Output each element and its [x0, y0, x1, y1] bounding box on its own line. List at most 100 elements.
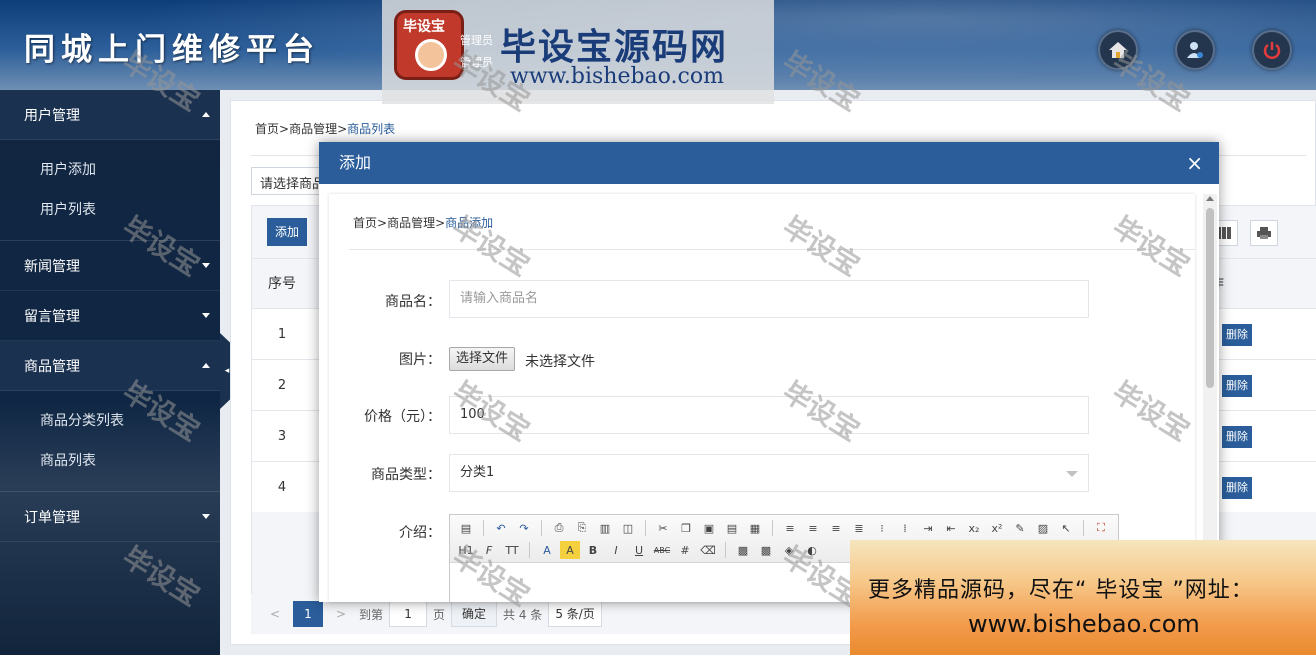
paste-word-icon[interactable]: ▦ [745, 519, 765, 537]
strikethrough-icon[interactable]: ABC [652, 541, 672, 559]
sidebar-group-messages[interactable]: 留言管理 [0, 291, 220, 341]
add-button[interactable]: 添加 [267, 218, 308, 246]
clear-format-icon[interactable]: ✎ [1010, 519, 1030, 537]
delete-button[interactable]: 删除 [1222, 477, 1252, 499]
sidebar-group-products[interactable]: 商品管理 [0, 341, 220, 391]
bold-icon[interactable]: B [583, 541, 603, 559]
price-label: 价格（元）： [364, 409, 441, 425]
logout-button[interactable] [1252, 30, 1292, 70]
align-justify-icon[interactable]: ≣ [849, 519, 869, 537]
sidebar: 用户管理 用户添加 用户列表 新闻管理 留言管理 商品管理 商品分类列表 商品列… [0, 90, 220, 655]
scrollbar-thumb[interactable] [1206, 208, 1214, 388]
cut-icon[interactable]: ✂ [653, 519, 673, 537]
select-all-icon[interactable]: ▨ [1033, 519, 1053, 537]
paste-icon[interactable]: ▣ [699, 519, 719, 537]
line-height-icon[interactable]: # [675, 541, 695, 559]
promo-banner: 更多精品源码，尽在“ 毕设宝 ”网址： www.bishebao.com [850, 540, 1316, 655]
italic-icon[interactable]: I [606, 541, 626, 559]
delete-button[interactable]: 删除 [1222, 375, 1252, 397]
highlight-icon[interactable]: A [560, 541, 580, 559]
flash-icon[interactable]: ◈ [779, 541, 799, 559]
undo-icon[interactable]: ↶ [491, 519, 511, 537]
admin-label: 管理员 管理员 [460, 34, 493, 69]
media-icon[interactable]: ◐ [802, 541, 822, 559]
superscript-icon[interactable]: x² [987, 519, 1007, 537]
font-size-icon[interactable]: TT [502, 541, 522, 559]
caret-down-icon [202, 313, 210, 318]
ordered-list-icon[interactable]: ⁝ [872, 519, 892, 537]
total-count: 共 4 条 [503, 607, 543, 622]
preview-icon[interactable]: ⎙ [549, 519, 569, 537]
product-name-label: 商品名： [385, 294, 441, 310]
copy-icon[interactable]: ❐ [676, 519, 696, 537]
choose-file-button[interactable]: 选择文件 [449, 347, 516, 371]
redo-icon[interactable]: ↷ [514, 519, 534, 537]
subscript-icon[interactable]: x₂ [964, 519, 984, 537]
image-icon[interactable]: ▩ [733, 541, 753, 559]
heading-icon[interactable]: H1 [456, 541, 476, 559]
close-icon[interactable]: × [1186, 142, 1203, 184]
caret-down-icon [202, 514, 210, 519]
page-unit-label: 页 [433, 607, 446, 622]
print-icon[interactable] [1250, 220, 1278, 246]
outdent-icon[interactable]: ⇤ [941, 519, 961, 537]
price-input[interactable]: 100 [449, 396, 1089, 434]
underline-icon[interactable]: U [629, 541, 649, 559]
eraser-icon[interactable]: ⌫ [698, 541, 718, 559]
watermark-logo: 毕设宝 毕设宝源码网 www.bishebao.com [382, 0, 774, 104]
next-page-button[interactable]: > [329, 607, 353, 621]
align-right-icon[interactable]: ≡ [826, 519, 846, 537]
sidebar-group-news[interactable]: 新闻管理 [0, 241, 220, 291]
goto-page-input[interactable]: 1 [389, 601, 428, 627]
paste-text-icon[interactable]: ▤ [722, 519, 742, 537]
delete-button[interactable]: 删除 [1222, 426, 1252, 448]
delete-button[interactable]: 删除 [1222, 324, 1252, 346]
font-color-icon[interactable]: A [537, 541, 557, 559]
goto-confirm-button[interactable]: 确定 [451, 601, 498, 627]
page-size-select[interactable]: 5 条/页 [548, 601, 602, 627]
sidebar-submenu-products: 商品分类列表 商品列表 [0, 391, 220, 492]
dialog-breadcrumb: 首页>商品管理>商品添加 [353, 216, 494, 230]
description-label: 介绍： [399, 525, 441, 541]
template-icon[interactable]: ▥ [595, 519, 615, 537]
home-button[interactable] [1098, 30, 1138, 70]
product-type-select[interactable]: 分类1 [449, 454, 1089, 492]
align-left-icon[interactable]: ≡ [780, 519, 800, 537]
logo-badge: 毕设宝 [394, 10, 464, 80]
goto-label: 到第 [359, 607, 384, 622]
sidebar-submenu-users: 用户添加 用户列表 [0, 140, 220, 241]
dialog-header: 添加 × [319, 142, 1219, 184]
sidebar-item-product-list[interactable]: 商品列表 [0, 441, 220, 481]
divider [349, 249, 1195, 250]
caret-up-icon [202, 363, 210, 368]
user-profile-icon [1187, 42, 1203, 58]
pointer-icon[interactable]: ↖ [1056, 519, 1076, 537]
image-label: 图片： [399, 352, 441, 368]
multi-image-icon[interactable]: ▩ [756, 541, 776, 559]
logo-url: www.bishebao.com [510, 64, 724, 89]
fullscreen-icon[interactable]: ⛶ [1091, 519, 1111, 537]
font-family-icon[interactable]: F [479, 541, 499, 559]
sidebar-item-user-add[interactable]: 用户添加 [0, 150, 220, 190]
page-1-button[interactable]: 1 [293, 601, 323, 627]
print-icon[interactable]: ⎘ [572, 519, 592, 537]
profile-button[interactable] [1175, 30, 1215, 70]
indent-icon[interactable]: ⇥ [918, 519, 938, 537]
logo-title: 毕设宝源码网 [500, 27, 729, 68]
power-icon [1263, 42, 1281, 59]
align-center-icon[interactable]: ≡ [803, 519, 823, 537]
unordered-list-icon[interactable]: ⁞ [895, 519, 915, 537]
product-type-label: 商品类型： [371, 467, 441, 483]
prev-page-button[interactable]: < [263, 607, 287, 621]
sidebar-item-category-list[interactable]: 商品分类列表 [0, 401, 220, 441]
source-icon[interactable]: ▤ [456, 519, 476, 537]
product-name-input[interactable]: 请输入商品名 [449, 280, 1089, 318]
sidebar-group-users[interactable]: 用户管理 [0, 90, 220, 140]
file-status: 未选择文件 [525, 354, 595, 370]
caret-down-icon [202, 263, 210, 268]
home-icon [1109, 42, 1127, 58]
sidebar-group-orders[interactable]: 订单管理 [0, 492, 220, 542]
column-header-seq: 序号 [268, 276, 296, 292]
sidebar-item-user-list[interactable]: 用户列表 [0, 190, 220, 230]
code-icon[interactable]: ◫ [618, 519, 638, 537]
